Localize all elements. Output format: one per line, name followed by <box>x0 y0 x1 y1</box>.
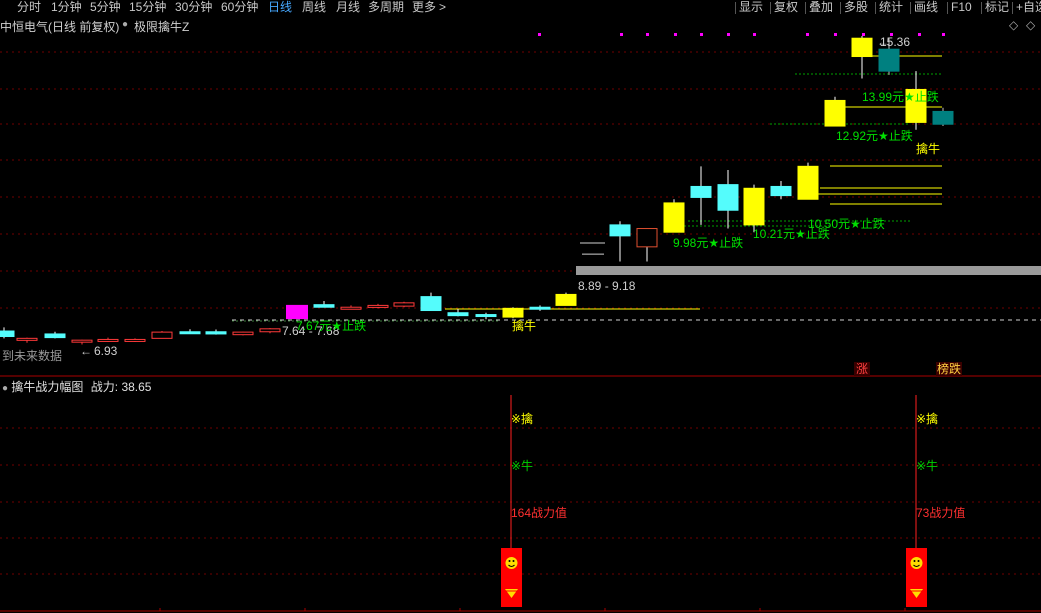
smiley-eye <box>917 560 920 562</box>
candle-body <box>475 314 497 318</box>
candle-body <box>71 339 93 343</box>
signal-dot <box>538 33 541 36</box>
stop-label: 12.92元★止跌 <box>836 128 913 143</box>
candle-body <box>0 330 15 338</box>
signal-dot <box>700 33 703 36</box>
candle-body <box>44 333 66 339</box>
stop-label: 10.50元★止跌 <box>808 216 885 231</box>
signal-dot <box>834 33 837 36</box>
smiley-icon <box>505 557 518 569</box>
signal-dot <box>918 33 921 36</box>
candle-body <box>420 296 442 312</box>
candle-body <box>690 185 712 198</box>
signal-dot <box>727 33 730 36</box>
signal-bar <box>906 548 927 607</box>
smiley-eye <box>512 560 515 562</box>
signal-dot <box>753 33 756 36</box>
signal-label: 擒牛 <box>512 318 536 333</box>
signal-power-text: 73战力值 <box>916 505 965 520</box>
candle-body <box>151 331 173 339</box>
resistance-band <box>576 266 1041 275</box>
signal-text: ※牛 <box>511 458 533 473</box>
candle-body <box>878 48 900 72</box>
rise-badge: 涨 <box>856 361 868 376</box>
candle-body <box>259 328 281 333</box>
candle-body <box>313 304 335 308</box>
candle-body <box>717 184 739 211</box>
candle-body <box>447 312 469 317</box>
rank-badge: 榜跌 <box>937 361 961 376</box>
candle-body <box>529 306 551 310</box>
indicator-title: 擒牛战力幅图 <box>11 380 84 394</box>
signal-text: ※擒 <box>511 411 533 426</box>
candle-body <box>367 304 389 308</box>
candle-body <box>16 337 38 341</box>
candle-body <box>555 293 577 306</box>
high-price-label: 15.36 <box>880 35 910 49</box>
signal-power-text: 164战力值 <box>511 505 567 520</box>
candle-body <box>205 331 227 335</box>
candle-body <box>286 304 308 320</box>
panel-bullet-icon: ● <box>2 383 9 394</box>
candle-body <box>851 37 873 58</box>
candle-body <box>636 228 658 248</box>
candle-body <box>609 224 631 237</box>
candle-body <box>124 338 146 342</box>
indicator-value-label: 战力: <box>90 380 119 394</box>
candle-body <box>232 331 254 336</box>
signal-text: ※牛 <box>916 458 938 473</box>
candle-body <box>393 302 415 307</box>
signal-dot <box>942 33 945 36</box>
future-data-label: 到未来数据 <box>2 348 62 363</box>
range-label: 8.89 - 9.18 <box>578 279 636 293</box>
candle-body <box>179 331 201 335</box>
signal-dot <box>806 33 809 36</box>
indicator-panel-title: ● 擒牛战力幅图 战力: 38.65 <box>2 378 151 395</box>
candle-body <box>824 99 846 127</box>
smiley-eye <box>508 560 511 562</box>
low-arrow-icon: ← <box>80 344 92 358</box>
low-price-label: 6.93 <box>94 344 118 358</box>
candle-body <box>340 306 362 310</box>
candle-body <box>770 185 792 197</box>
smiley-eye <box>913 560 916 562</box>
indicator-value: 38.65 <box>121 380 152 394</box>
candle-body <box>797 165 819 200</box>
candle-body <box>932 110 954 125</box>
candlestick-chart[interactable]: 到未来数据 ← 6.93←15.367.64 - 7.688.89 - 9.187.… <box>0 0 1041 613</box>
stop-label: 13.99元★止跌 <box>862 89 939 104</box>
signal-dot <box>862 33 865 36</box>
signal-dot <box>674 33 677 36</box>
signal-label: 擒牛 <box>916 141 940 156</box>
stop-label: 9.98元★止跌 <box>673 235 743 250</box>
candle-body <box>97 338 119 342</box>
stop-label: 7.67元★止跌 <box>296 318 366 333</box>
candle-body <box>663 202 685 233</box>
signal-dot <box>646 33 649 36</box>
candle-body <box>502 307 524 318</box>
signal-dot <box>620 33 623 36</box>
signal-text: ※擒 <box>916 411 938 426</box>
candle-body <box>743 187 765 226</box>
signal-bar <box>501 548 522 607</box>
smiley-icon <box>910 557 923 569</box>
